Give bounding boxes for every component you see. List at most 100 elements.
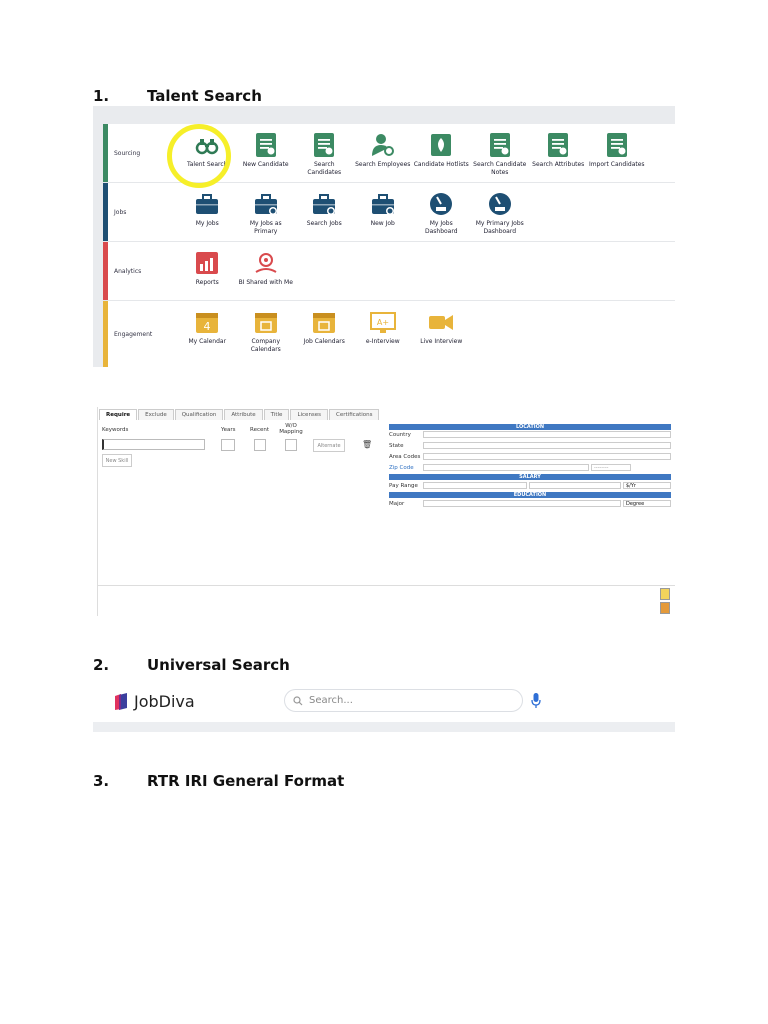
tab-certifications[interactable]: Certifications — [329, 409, 380, 420]
jobdiva-brand-text: JobDiva — [134, 692, 195, 711]
launcher-panel: Sourcing Talent Search New Candidate Searc… — [103, 124, 675, 367]
education-header: EDUCATION — [389, 492, 671, 498]
tile-label: Company Calendars — [250, 338, 281, 353]
tile-label: Search Attributes — [532, 161, 585, 168]
tab-licenses[interactable]: Licenses — [290, 409, 329, 420]
search-employees-icon — [371, 134, 394, 156]
heading-number: 3. — [93, 772, 110, 790]
jobdiva-logo-icon — [115, 692, 127, 710]
launcher-tile-job-calendars[interactable]: Job Calendars — [295, 301, 354, 367]
talent-search-form: Require Exclude Qualification Attribute Titl… — [97, 407, 675, 616]
degree-select[interactable]: Degree — [623, 500, 671, 507]
tile-label: Reports — [195, 279, 219, 286]
document-icon[interactable] — [660, 588, 670, 600]
e-interview-icon: A+ — [369, 312, 396, 333]
universal-search-input[interactable]: Search... — [284, 689, 523, 712]
new-skill-button[interactable]: New Skill — [102, 454, 132, 467]
launcher-tile-bi-shared-with-me[interactable]: BI Shared with Me — [237, 242, 296, 300]
recent-checkbox[interactable] — [254, 439, 266, 451]
tile-label: My Jobs — [195, 220, 219, 227]
launcher-tile-my-jobs-as-primary[interactable]: My Jobs as Primary — [237, 183, 296, 241]
jobdiva-logo[interactable]: JobDiva — [113, 692, 195, 711]
pay-range-max-input[interactable] — [529, 482, 621, 489]
launcher-tile-search-employees[interactable]: Search Employees — [354, 124, 413, 182]
launcher-tile-my-calendar[interactable]: 4 My Calendar — [178, 301, 237, 367]
tab-exclude[interactable]: Exclude — [138, 409, 174, 420]
universal-search-bar: JobDiva Search... — [93, 680, 675, 732]
heading-number: 1. — [93, 87, 110, 105]
alternate-button[interactable]: Alternate — [313, 439, 345, 452]
launcher-tile-candidate-hotlists[interactable]: Candidate Hotlists — [412, 124, 471, 182]
heading-universal-search: 2. Universal Search — [93, 656, 290, 674]
major-input[interactable] — [423, 500, 621, 507]
launcher-screenshot: Sourcing Talent Search New Candidate Searc… — [93, 106, 675, 367]
notes-search-icon — [489, 133, 510, 157]
launcher-tile-live-interview[interactable]: Live Interview — [412, 301, 471, 367]
row-label: Engagement — [114, 330, 153, 338]
launcher-tile-import-candidates[interactable]: Import Candidates — [588, 124, 647, 182]
pay-range-min-input[interactable] — [423, 482, 527, 489]
search-icon — [293, 695, 303, 705]
tab-title[interactable]: Title — [263, 409, 290, 420]
country-select[interactable] — [423, 431, 671, 438]
tile-label: My Jobs Dashboard — [424, 220, 458, 235]
tab-qualification[interactable]: Qualification — [174, 409, 224, 420]
zip-code-label: Zip Code — [389, 465, 414, 471]
launcher-tile-my-jobs[interactable]: My Jobs — [178, 183, 237, 241]
zip-code-input[interactable] — [423, 464, 589, 471]
launcher-tile-my-jobs-dashboard[interactable]: My Jobs Dashboard — [412, 183, 471, 241]
dashboard-gauge-primary-icon — [488, 193, 511, 215]
pay-range-label: Pay Range — [389, 483, 418, 489]
state-label: State — [389, 443, 404, 449]
tile-label: New Job — [370, 220, 395, 227]
bi-shared-icon — [255, 253, 277, 273]
tile-label: My Primary Jobs Dashboard — [475, 220, 524, 235]
area-codes-input[interactable] — [423, 453, 671, 460]
zip-radius-select[interactable]: -------- — [591, 464, 631, 471]
clipboard-icon[interactable] — [660, 602, 670, 614]
job-calendar-icon — [313, 313, 336, 333]
mapping-checkbox[interactable] — [285, 439, 297, 451]
row-label: Analytics — [114, 267, 142, 275]
mapping-label: W/O Mapping — [279, 423, 303, 435]
launcher-tile-e-interview[interactable]: A+ e-Interview — [354, 301, 413, 367]
launcher-tile-my-primary-jobs-dashboard[interactable]: My Primary Jobs Dashboard — [471, 183, 530, 241]
tab-require[interactable]: Require — [99, 409, 138, 420]
major-label: Major — [389, 501, 405, 507]
years-label: Years — [221, 427, 236, 433]
launcher-tile-search-jobs[interactable]: Search Jobs — [295, 183, 354, 241]
company-calendar-icon — [254, 313, 277, 333]
launcher-tile-new-candidate[interactable]: New Candidate — [237, 124, 296, 182]
heading-talent-search: 1. Talent Search — [93, 87, 262, 105]
launcher-tile-new-job[interactable]: New Job — [354, 183, 413, 241]
tile-label: Import Candidates — [588, 161, 645, 168]
heading-title: RTR IRI General Format — [147, 772, 345, 790]
tile-label: Search Candidate Notes — [473, 161, 527, 176]
heading-title: Talent Search — [147, 87, 262, 105]
tile-label: Search Employees — [355, 161, 411, 168]
hotlist-icon — [431, 134, 452, 156]
briefcase-primary-icon — [254, 194, 277, 215]
briefcase-icon — [196, 194, 219, 214]
launcher-tile-search-candidates[interactable]: Search Candidates — [295, 124, 354, 182]
tile-label: e-Interview — [365, 338, 400, 345]
launcher-tile-search-candidate-notes[interactable]: Search Candidate Notes — [471, 124, 530, 182]
state-select[interactable] — [423, 442, 671, 449]
microphone-icon[interactable] — [531, 693, 541, 709]
trash-icon[interactable]: 🗑 — [362, 440, 372, 449]
briefcase-search-icon — [313, 194, 336, 215]
tile-label: New Candidate — [242, 161, 289, 168]
keywords-input[interactable] — [102, 439, 205, 450]
tile-label: My Jobs as Primary — [249, 220, 282, 235]
launcher-tile-company-calendars[interactable]: Company Calendars — [237, 301, 296, 367]
talent-search-highlight-circle — [167, 124, 231, 188]
launcher-tile-search-attributes[interactable]: Search Attributes — [529, 124, 588, 182]
launcher-tile-reports[interactable]: Reports — [178, 242, 237, 300]
pay-unit-select[interactable]: $/Yr — [623, 482, 671, 489]
area-codes-label: Area Codes — [389, 454, 421, 460]
years-input[interactable] — [221, 439, 235, 451]
salary-header: SALARY — [389, 474, 671, 480]
launcher-row-jobs: Jobs My Jobs My Jobs as Primary Search Job… — [103, 183, 675, 242]
tab-attribute[interactable]: Attribute — [224, 409, 263, 420]
heading-rtr-iri: 3. RTR IRI General Format — [93, 772, 344, 790]
